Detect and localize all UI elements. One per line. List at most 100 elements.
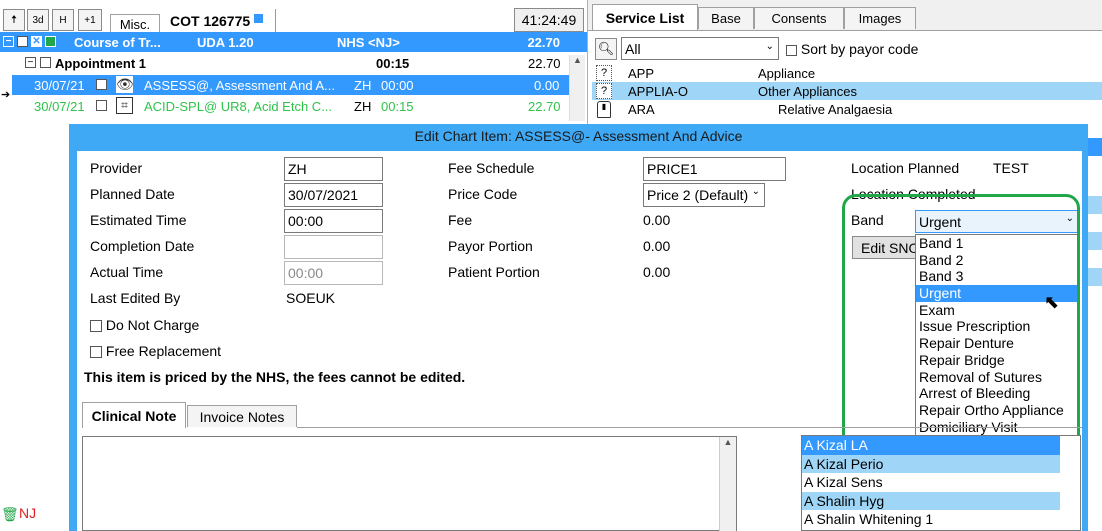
clinical-note-textarea[interactable]	[82, 436, 737, 531]
tree-scrollbar[interactable]: ▲	[569, 55, 585, 121]
service-name: Appliance	[758, 66, 816, 81]
free-replacement[interactable]: Free Replacement	[90, 343, 221, 359]
price-code-label: Price Code	[448, 186, 518, 202]
service-name: Other Appliances	[758, 84, 858, 99]
item-row[interactable]: 30/07/21 ⌗ ACID-SPL@ UR8, Acid Etch C...…	[12, 96, 570, 116]
course-checkbox-b[interactable]: ✕	[31, 36, 42, 47]
help-icon: ?	[596, 83, 612, 99]
price-code-value: Price 2 (Default)	[647, 187, 749, 203]
scroll-up-arrow-icon[interactable]: ▲	[570, 55, 585, 65]
last-edited-value: SOEUK	[286, 290, 336, 306]
course-amount: 22.70	[527, 35, 560, 50]
do-not-charge[interactable]: Do Not Charge	[90, 317, 199, 333]
planned-date-label: Planned Date	[90, 186, 175, 202]
patient-portion-value: 0.00	[643, 264, 671, 280]
completion-date-field[interactable]	[284, 235, 383, 259]
service-code: APPLIA-O	[628, 84, 688, 99]
cot-indicator-icon	[254, 14, 264, 23]
item-amount: 22.70	[528, 99, 561, 114]
tab-invoice-notes[interactable]: Invoice Notes	[187, 405, 297, 427]
item-amount: 0.00	[534, 78, 560, 93]
course-nhs: NHS <NJ>	[337, 35, 400, 50]
planned-date-field[interactable]: 30/07/2021	[284, 183, 383, 207]
sort-by-payor[interactable]: Sort by payor code	[786, 41, 918, 57]
appointment-row[interactable]: − Appointment 1 00:15 22.70	[12, 55, 570, 75]
template-item[interactable]: A Kizal LA	[802, 436, 1060, 455]
tab-underline	[297, 427, 1082, 428]
provider-field[interactable]: ZH	[284, 157, 383, 181]
price-code-select[interactable]: Price 2 (Default) ⌄	[643, 183, 765, 207]
fee-schedule-label: Fee Schedule	[448, 160, 535, 176]
footer-nj: NJ	[19, 505, 37, 521]
item-time: 00:15	[381, 99, 414, 114]
note-scrollbar[interactable]: ▲	[719, 437, 736, 531]
appointment-checkbox[interactable]	[40, 57, 51, 68]
appointment-collapse-icon[interactable]: −	[25, 57, 36, 68]
patient-portion-label: Patient Portion	[448, 264, 540, 280]
course-status-icon	[45, 36, 56, 47]
last-edited-label: Last Edited By	[90, 290, 181, 306]
panel-highlight	[1088, 268, 1102, 286]
free-replacement-checkbox[interactable]	[90, 346, 102, 359]
view-3d-button[interactable]: 3d	[27, 9, 49, 31]
service-filter-value: All	[625, 41, 641, 57]
service-item[interactable]: ? APPLIA-O Other Appliances	[592, 82, 1102, 100]
template-item[interactable]: A Kizal Sens	[802, 473, 1060, 492]
tooth-chart-icon: ⌗	[116, 97, 133, 114]
template-item[interactable]: A Kizal Perio	[802, 454, 1060, 473]
item-date: 30/07/21	[34, 78, 85, 93]
collapse-icon[interactable]: −	[3, 36, 14, 47]
service-code: ARA	[628, 102, 655, 117]
fee-schedule-field[interactable]: PRICE1	[643, 157, 786, 181]
course-row[interactable]: − ✕ Course of Tr... UDA 1.20 NHS <NJ> 22…	[0, 32, 587, 52]
service-item[interactable]: ▮ ARA Relative Analgaesia	[592, 100, 1102, 118]
actual-time-field[interactable]: 00:00	[284, 261, 383, 285]
row-pointer-icon: ➔	[1, 89, 11, 101]
tab-consents[interactable]: Consents	[754, 7, 844, 29]
bottle-icon: ▮	[597, 101, 611, 118]
payor-portion-value: 0.00	[643, 238, 671, 254]
item-time: 00:00	[381, 78, 414, 93]
course-checkbox-a[interactable]	[17, 36, 28, 47]
appointment-title: Appointment 1	[55, 56, 146, 71]
dialog-title: Edit Chart Item: ASSESS@- Assessment And…	[414, 128, 743, 144]
service-filter-select[interactable]: All ⌄	[621, 37, 779, 60]
scroll-up-arrow-icon[interactable]: ▲	[720, 437, 736, 447]
search-button[interactable]: 🔍︎	[595, 38, 617, 60]
search-icon: 🔍︎	[597, 41, 615, 56]
item-date: 30/07/21	[34, 99, 85, 114]
tab-misc[interactable]: Misc.	[110, 14, 160, 34]
trash-icon[interactable]: 🗑	[1, 506, 19, 523]
scroll-up-button[interactable]: 🠅	[3, 9, 25, 31]
template-item[interactable]: A Shalin Hyg	[802, 491, 1060, 510]
item-provider: ZH	[354, 78, 372, 93]
tab-images[interactable]: Images	[844, 7, 916, 29]
item-provider: ZH	[354, 99, 372, 114]
tab-clinical-note[interactable]: Clinical Note	[82, 402, 186, 428]
estimated-time-label: Estimated Time	[90, 212, 187, 228]
location-planned-label: Location Planned	[851, 160, 960, 176]
tab-base[interactable]: Base	[698, 7, 754, 29]
item-desc: ASSESS@, Assessment And A...	[144, 78, 335, 93]
appointment-amount: 22.70	[528, 56, 561, 71]
cot-text: COT 126775	[170, 13, 251, 29]
panel-highlight	[1088, 138, 1102, 156]
item-row[interactable]: 30/07/21 👁 ASSESS@, Assessment And A... …	[12, 75, 570, 95]
item-desc: ACID-SPL@ UR8, Acid Etch C...	[144, 99, 333, 114]
service-name: Relative Analgaesia	[778, 102, 893, 117]
tab-service-list[interactable]: Service List	[592, 4, 698, 30]
panel-highlight	[1088, 196, 1102, 214]
item-checkbox[interactable]	[96, 79, 107, 90]
free-replacement-label: Free Replacement	[105, 343, 222, 359]
view-h-button[interactable]: H	[52, 9, 74, 31]
service-item[interactable]: ? APP Appliance	[592, 64, 1102, 82]
do-not-charge-checkbox[interactable]	[90, 320, 102, 333]
template-item[interactable]: A Shalin Whitening 1	[802, 510, 1060, 529]
eye-icon: 👁	[116, 76, 134, 93]
plus-one-button[interactable]: +1	[78, 9, 102, 31]
item-checkbox[interactable]	[96, 100, 107, 111]
chevron-down-icon: ⌄	[751, 186, 760, 197]
sort-checkbox[interactable]	[786, 44, 797, 56]
estimated-time-field[interactable]: 00:00	[284, 209, 383, 233]
chevron-down-icon: ⌄	[765, 41, 774, 52]
